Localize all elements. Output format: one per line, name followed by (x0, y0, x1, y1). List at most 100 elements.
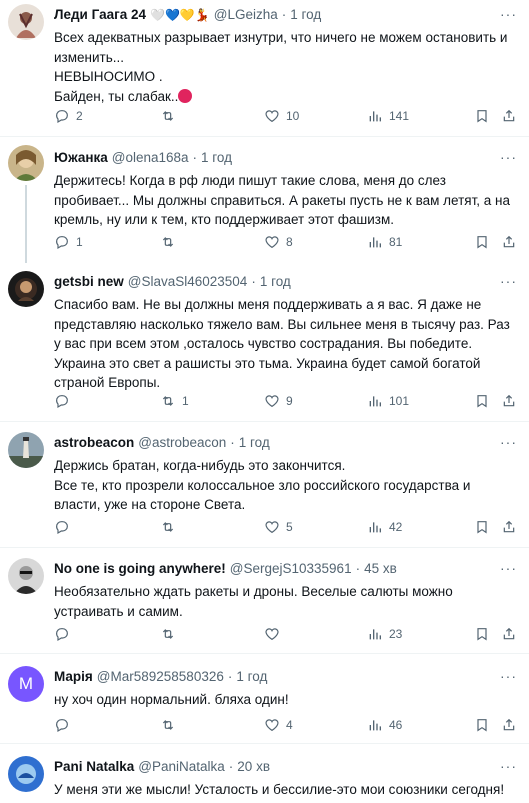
like-count: 10 (286, 109, 300, 123)
views-button[interactable]: 23 (367, 626, 402, 642)
share-button[interactable] (501, 234, 517, 250)
tweet-lgeizha[interactable]: Леди Гаага 24 🤍💙💛💃 @LGeizha · 1 год ··· … (0, 0, 529, 137)
bookmark-button[interactable] (474, 108, 490, 124)
views-icon (369, 629, 381, 640)
views-button[interactable]: 81 (367, 234, 402, 250)
retweet-count: 1 (182, 394, 189, 408)
more-icon[interactable]: ··· (500, 149, 517, 165)
timestamp[interactable]: 1 год (260, 273, 291, 291)
display-name[interactable]: Леди Гаага 24 (54, 6, 146, 24)
timestamp[interactable]: 45 хв (364, 560, 397, 578)
bookmark-icon (477, 521, 487, 534)
display-name[interactable]: Марія (54, 668, 93, 686)
timestamp[interactable]: 1 год (236, 668, 267, 686)
views-button[interactable]: 101 (367, 393, 409, 409)
like-icon (265, 628, 279, 641)
views-button[interactable]: 46 (367, 717, 402, 733)
share-button[interactable] (501, 108, 517, 124)
tweet-header: getsbi new @SlavaSl46023504 · 1 год (54, 273, 519, 291)
display-name[interactable]: No one is going anywhere! (54, 560, 226, 578)
avatar[interactable] (8, 271, 44, 307)
more-icon[interactable]: ··· (500, 758, 517, 774)
avatar[interactable] (8, 432, 44, 468)
views-button[interactable]: 141 (367, 108, 409, 124)
tweet-text: Держись братан, когда-нибудь это закончи… (54, 458, 471, 512)
separator-dot: · (281, 7, 287, 22)
like-button[interactable]: 8 (264, 234, 293, 250)
retweet-button[interactable] (160, 717, 182, 733)
reply-button[interactable] (54, 519, 76, 535)
reply-button[interactable] (54, 717, 76, 733)
retweet-button[interactable] (160, 519, 182, 535)
like-icon (265, 395, 279, 408)
views-button[interactable]: 42 (367, 519, 402, 535)
reply-icon (56, 521, 68, 535)
more-icon[interactable]: ··· (500, 273, 517, 289)
reply-button[interactable]: 1 (54, 234, 83, 250)
avatar[interactable] (8, 4, 44, 40)
like-button[interactable] (264, 626, 286, 642)
user-handle[interactable]: @olena168a (112, 149, 189, 167)
display-name[interactable]: astrobeacon (54, 434, 134, 452)
retweet-button[interactable]: 1 (160, 393, 189, 409)
retweet-icon (162, 522, 174, 532)
tweet-slavasl[interactable]: getsbi new @SlavaSl46023504 · 1 год ··· … (0, 263, 529, 422)
share-button[interactable] (501, 519, 517, 535)
user-handle[interactable]: @SlavaSl46023504 (128, 273, 248, 291)
tweet-mar589[interactable]: M Марія @Mar589258580326 · 1 год ··· ну … (0, 654, 529, 744)
tweet-header: Леди Гаага 24 🤍💙💛💃 @LGeizha · 1 год (54, 6, 519, 24)
bookmark-button[interactable] (474, 626, 490, 642)
more-icon[interactable]: ··· (500, 6, 517, 22)
views-count: 23 (389, 627, 403, 641)
user-handle[interactable]: @SergejS10335961 (230, 560, 352, 578)
like-button[interactable]: 10 (264, 108, 299, 124)
tweet-actions: 2 10 141 (54, 106, 519, 126)
display-name[interactable]: getsbi new (54, 273, 124, 291)
display-name[interactable]: Pani Natalka (54, 758, 134, 776)
bookmark-button[interactable] (474, 234, 490, 250)
share-button[interactable] (501, 626, 517, 642)
user-handle[interactable]: @astrobeacon (138, 434, 226, 452)
user-handle[interactable]: @Mar589258580326 (97, 668, 224, 686)
tweet-sergejs[interactable]: No one is going anywhere! @SergejS103359… (0, 548, 529, 654)
bookmark-button[interactable] (474, 519, 490, 535)
like-button[interactable]: 9 (264, 393, 293, 409)
like-button[interactable]: 4 (264, 717, 293, 733)
timestamp[interactable]: 1 год (239, 434, 270, 452)
reply-button[interactable]: 2 (54, 108, 83, 124)
timestamp[interactable]: 1 год (290, 6, 321, 24)
share-icon (503, 394, 515, 407)
timestamp[interactable]: 20 хв (237, 758, 270, 776)
tweet-text: Спасибо вам. Не вы должны меня поддержив… (54, 297, 514, 390)
share-button[interactable] (501, 717, 517, 733)
retweet-icon (162, 111, 174, 121)
bookmark-button[interactable] (474, 393, 490, 409)
share-button[interactable] (501, 393, 517, 409)
tweet-text-body: Всех адекватных разрывает изнутри, что н… (54, 30, 508, 104)
retweet-button[interactable] (160, 234, 182, 250)
bookmark-icon (477, 628, 487, 641)
reply-icon (56, 236, 68, 250)
user-handle[interactable]: @PaniNatalka (138, 758, 225, 776)
replies-feed: Леди Гаага 24 🤍💙💛💃 @LGeizha · 1 год ··· … (0, 0, 529, 803)
avatar[interactable]: M (8, 666, 44, 702)
retweet-button[interactable] (160, 626, 182, 642)
bookmark-button[interactable] (474, 717, 490, 733)
timestamp[interactable]: 1 год (201, 149, 232, 167)
share-icon (503, 718, 515, 731)
like-button[interactable]: 5 (264, 519, 293, 535)
more-icon[interactable]: ··· (500, 668, 517, 684)
more-icon[interactable]: ··· (500, 434, 517, 450)
avatar[interactable] (8, 756, 44, 792)
tweet-olena168a[interactable]: Южанка @olena168a · 1 год ··· Держитесь!… (0, 137, 529, 263)
tweet-astrobeacon[interactable]: astrobeacon @astrobeacon · 1 год ··· Дер… (0, 422, 529, 548)
user-handle[interactable]: @LGeizha (214, 6, 278, 24)
tweet-paninatalka[interactable]: Pani Natalka @PaniNatalka · 20 хв ··· У … (0, 744, 529, 803)
reply-button[interactable] (54, 393, 76, 409)
reply-button[interactable] (54, 626, 76, 642)
avatar[interactable] (8, 558, 44, 594)
avatar[interactable] (8, 145, 44, 181)
display-name[interactable]: Южанка (54, 149, 108, 167)
more-icon[interactable]: ··· (500, 560, 517, 576)
retweet-button[interactable] (160, 108, 182, 124)
